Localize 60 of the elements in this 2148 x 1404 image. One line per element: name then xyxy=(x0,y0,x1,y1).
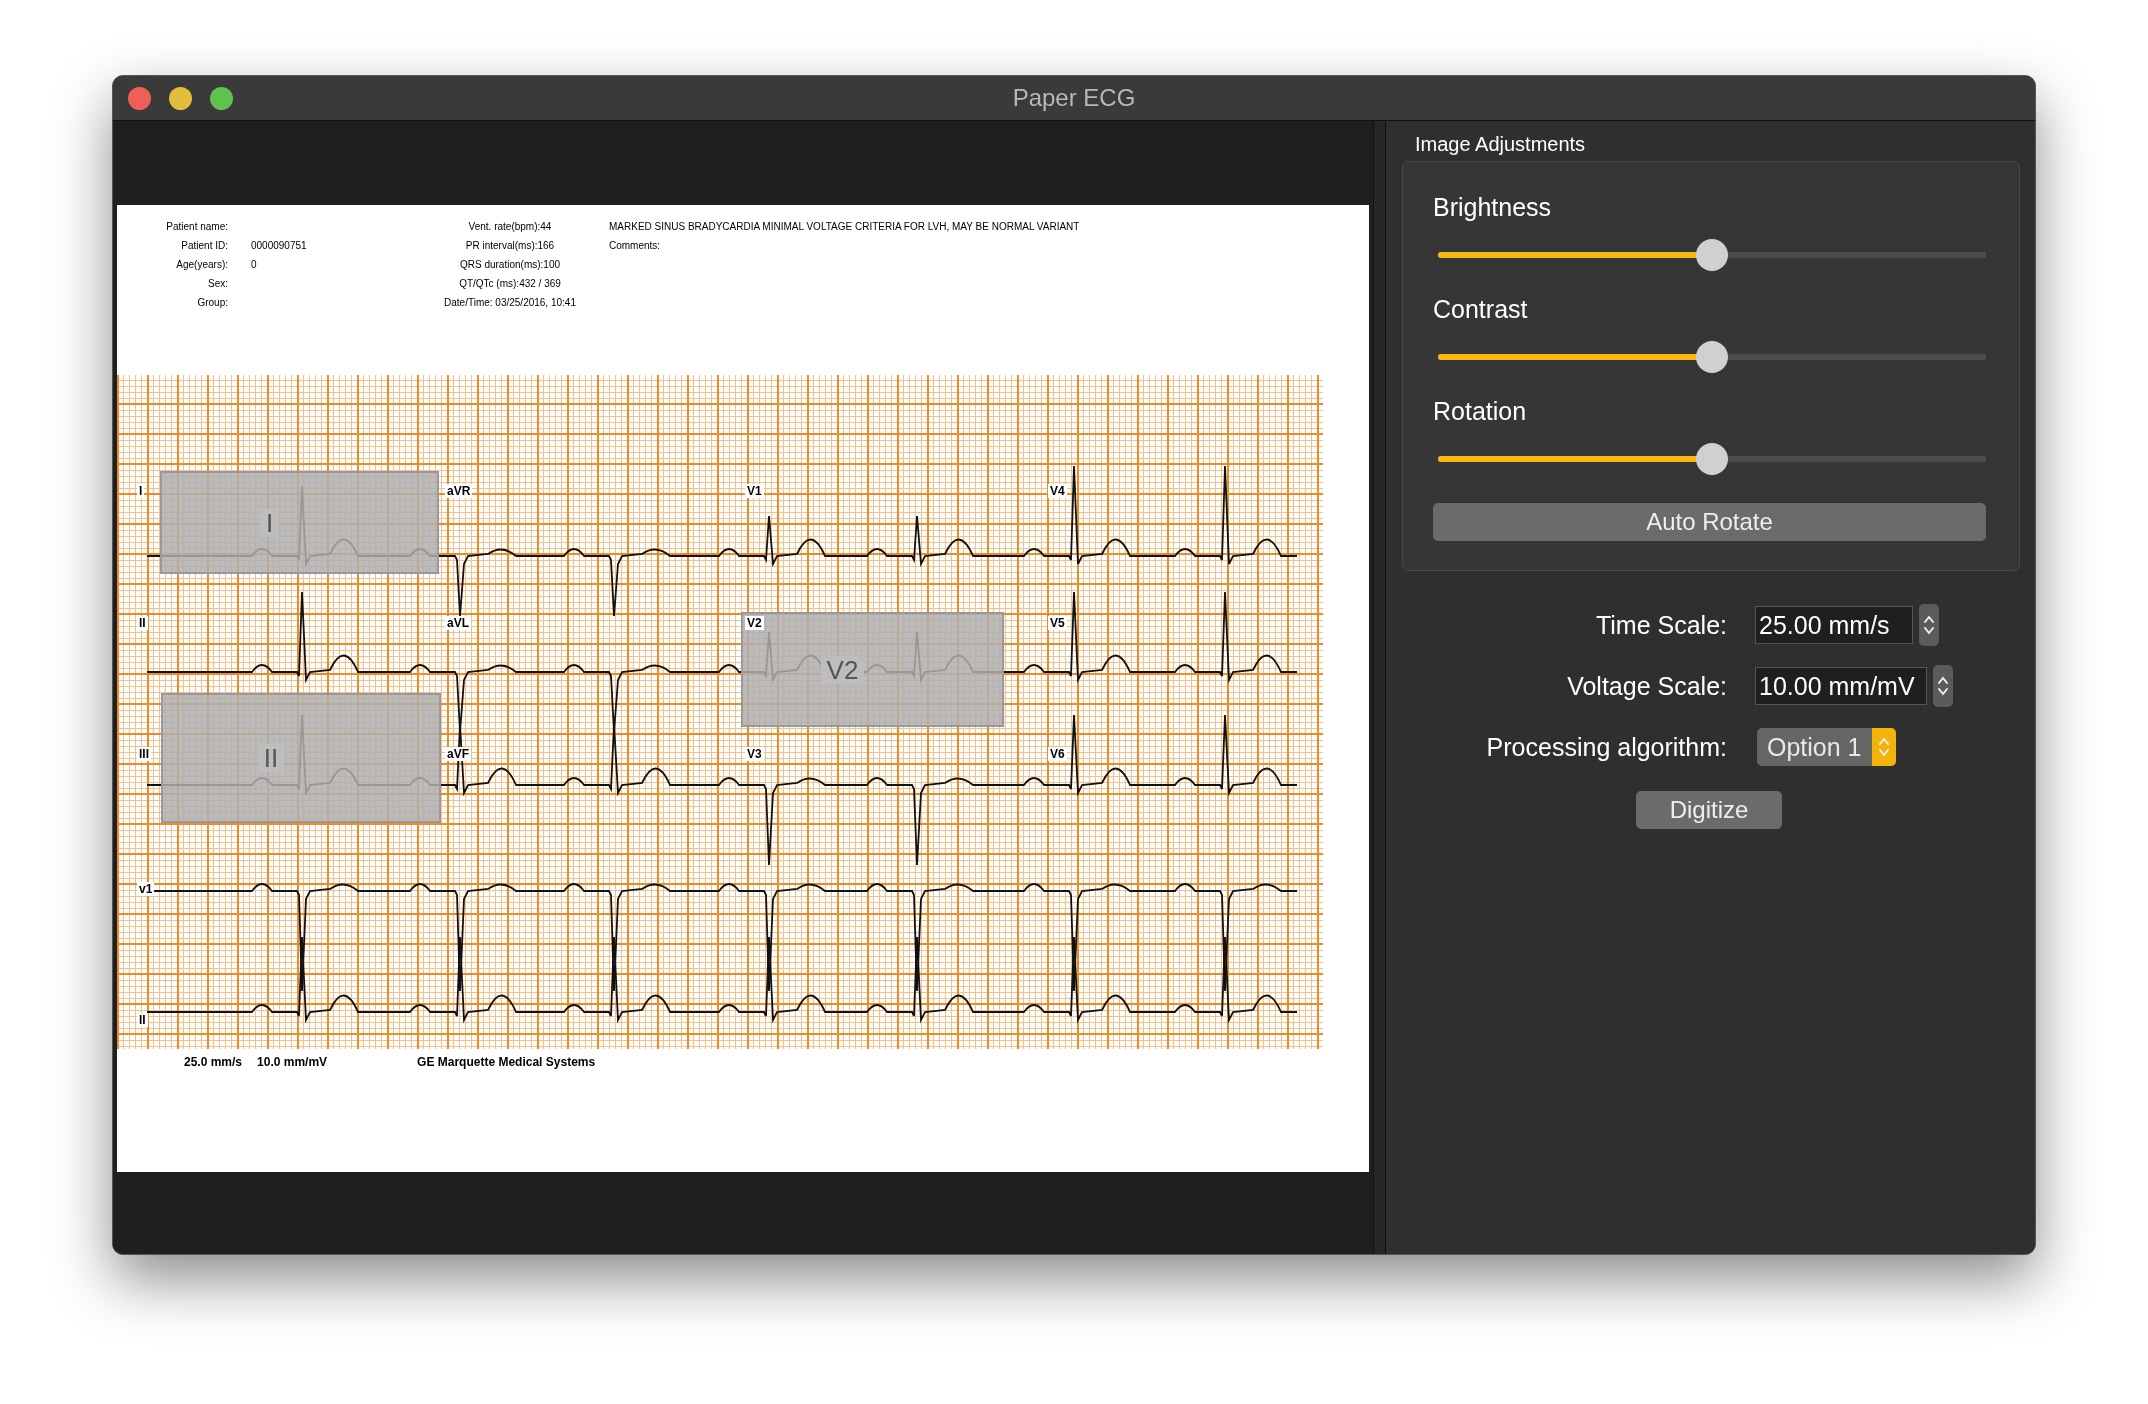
lead-label: I xyxy=(137,484,145,498)
lead-label: V1 xyxy=(745,484,764,498)
slider-label: Brightness xyxy=(1433,193,1552,221)
value-field[interactable]: 25.00 mm/s xyxy=(1755,606,1913,644)
algorithm-popup[interactable]: Option 1 xyxy=(1757,728,1896,766)
gain-text: 10.0 mm/mV xyxy=(257,1054,328,1071)
up-down-chevron-icon xyxy=(1937,675,1949,697)
field-label: Group: xyxy=(196,296,228,310)
lead-box-label: V2 xyxy=(820,655,865,684)
value-field[interactable]: 10.00 mm/mV xyxy=(1755,667,1927,705)
up-down-chevron-icon xyxy=(1923,614,1935,636)
stepper-button[interactable] xyxy=(1919,604,1939,646)
lead-label: V2 xyxy=(745,616,764,630)
lead-label: V3 xyxy=(745,747,764,761)
paper-speed-text: 25.0 mm/s xyxy=(184,1054,243,1071)
lead-box-label: II xyxy=(257,744,285,772)
interpretation-text: MARKED SINUS BRADYCARDIA MINIMAL VOLTAGE CRITERIA FOR LVH, MAY BE NORMAL VARIANT xyxy=(609,221,1080,232)
field-label: Age(years): xyxy=(175,258,228,272)
slider-thumb[interactable] xyxy=(1696,239,1728,271)
lead-label: aVR xyxy=(445,484,473,498)
window-title: Paper ECG xyxy=(1011,83,1137,113)
auto-rotate-button[interactable]: Auto Rotate xyxy=(1433,503,1986,541)
stepper-button[interactable] xyxy=(1933,665,1953,707)
lead-label: II xyxy=(137,616,148,630)
measurement-text: Date/Time: 03/25/2016, 10:41 xyxy=(444,297,576,308)
close-button[interactable] xyxy=(128,86,151,110)
lead-label: V6 xyxy=(1048,747,1067,761)
slider-label: Rotation xyxy=(1433,397,1527,425)
slider-thumb[interactable] xyxy=(1696,443,1728,475)
setting-label: Voltage Scale: xyxy=(1567,672,1727,700)
field-value: 0000090751 xyxy=(251,239,308,253)
digitize-button[interactable]: Digitize xyxy=(1636,791,1782,829)
lead-label: V4 xyxy=(1048,484,1067,498)
measurement-text: QRS duration(ms):100 xyxy=(459,259,560,270)
lead-label: aVL xyxy=(445,616,471,630)
lead-label: III xyxy=(137,747,151,761)
field-label: Sex: xyxy=(207,277,228,291)
lead-selection-box[interactable]: I xyxy=(160,471,439,574)
zoom-button[interactable] xyxy=(210,86,233,110)
minimize-button[interactable] xyxy=(169,86,192,110)
slider-label: Contrast xyxy=(1433,295,1528,323)
measurement-text: Vent. rate(bpm):44 xyxy=(468,221,552,232)
lead-label: II xyxy=(137,1013,148,1027)
setting-label: Processing algorithm: xyxy=(1486,733,1727,761)
field-label: Patient ID: xyxy=(180,239,228,253)
section-title: Image Adjustments xyxy=(1415,132,1587,156)
lead-label: V5 xyxy=(1048,616,1067,630)
up-down-chevron-icon xyxy=(1877,736,1890,758)
lead-selection-box[interactable]: II xyxy=(161,693,441,823)
setting-label: Time Scale: xyxy=(1595,611,1727,639)
lead-label: v1 xyxy=(137,882,155,896)
measurement-text: QT/QTc (ms):432 / 369 xyxy=(459,278,561,289)
field-label: Patient name: xyxy=(165,220,228,234)
slider-thumb[interactable] xyxy=(1696,341,1728,373)
field-value: 0 xyxy=(251,258,258,272)
measurement-text: PR interval(ms):166 xyxy=(465,240,555,251)
device-text: GE Marquette Medical Systems xyxy=(417,1054,596,1071)
lead-label: aVF xyxy=(445,747,471,761)
lead-box-label: I xyxy=(259,508,280,537)
comments-label: Comments: xyxy=(609,240,661,251)
